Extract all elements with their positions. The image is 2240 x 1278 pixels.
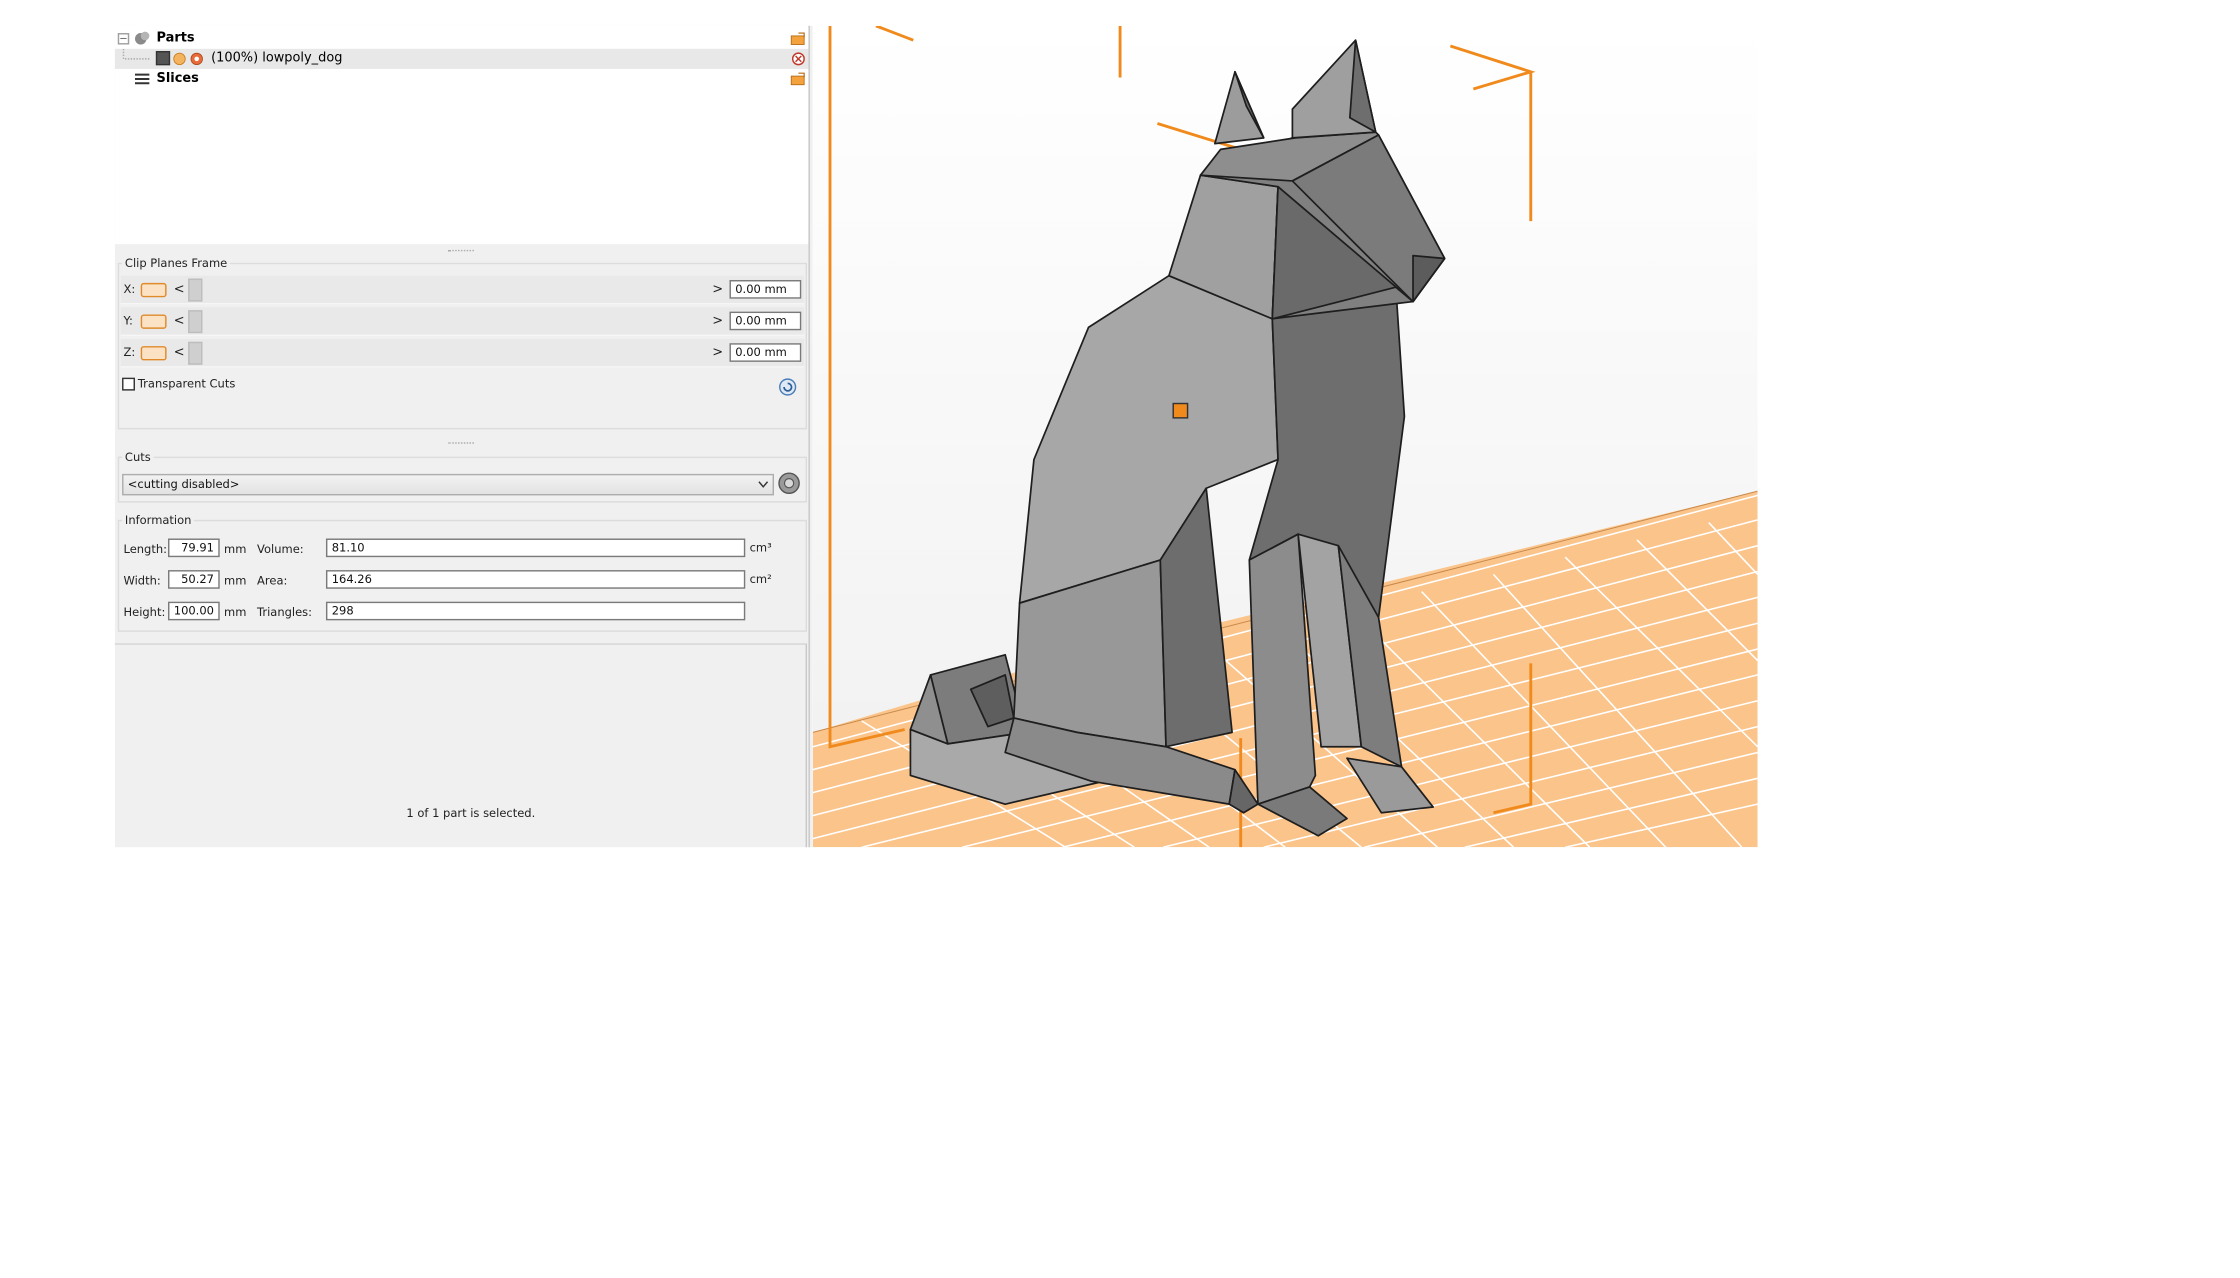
slices-add-icon[interactable]: [790, 72, 806, 86]
clip-z-right-arrow[interactable]: >: [712, 346, 723, 360]
area-field[interactable]: 164.26: [325, 570, 746, 589]
3d-viewport[interactable]: [812, 25, 1758, 848]
tree-row-part[interactable]: (100%) lowpoly_dog: [114, 48, 810, 69]
tree-row-slices[interactable]: Slices: [115, 69, 810, 89]
clip-x-left-arrow[interactable]: <: [174, 283, 185, 297]
area-unit: cm²: [749, 572, 772, 586]
parts-tree[interactable]: − Parts (100%) lowpoly_dog Slices: [114, 25, 810, 245]
splitter-grip-2[interactable]: [448, 442, 474, 446]
transparent-cuts-checkbox[interactable]: [122, 377, 135, 391]
volume-field[interactable]: 81.10: [325, 538, 746, 558]
clip-x-row: X: < > 0.00 mm: [120, 275, 805, 305]
slices-icon: [134, 73, 150, 85]
length-unit: mm: [224, 542, 247, 556]
clip-y-right-arrow[interactable]: >: [712, 314, 723, 328]
collapse-icon[interactable]: −: [117, 33, 130, 45]
parts-add-icon[interactable]: [790, 32, 806, 46]
clip-z-row: Z: < > 0.00 mm: [120, 338, 805, 368]
cuts-dropdown-value: <cutting disabled>: [127, 478, 240, 492]
clip-planes-title: Clip Planes Frame: [122, 257, 231, 270]
reset-clip-icon[interactable]: [778, 378, 797, 397]
length-label: Length:: [123, 542, 168, 556]
clip-x-slider-handle[interactable]: [188, 278, 203, 302]
length-field[interactable]: 79.91: [168, 538, 220, 558]
height-label: Height:: [123, 605, 166, 619]
volume-label: Volume:: [257, 542, 304, 556]
width-unit: mm: [224, 574, 247, 588]
clip-y-left-arrow[interactable]: <: [174, 314, 185, 328]
part-item-label: (100%) lowpoly_dog: [211, 51, 343, 67]
pivot-marker-icon[interactable]: [1172, 402, 1189, 419]
clip-z-slider-handle[interactable]: [188, 341, 203, 365]
clip-y-label: Y:: [123, 314, 133, 328]
cuts-title: Cuts: [122, 450, 154, 464]
information-title: Information: [122, 514, 195, 528]
width-label: Width:: [123, 574, 161, 588]
chevron-down-icon: [758, 481, 769, 488]
parts-label: Parts: [156, 31, 195, 46]
clip-x-right-arrow[interactable]: >: [712, 283, 723, 297]
tree-connector: [122, 48, 150, 60]
selection-status: 1 of 1 part is selected.: [406, 807, 536, 820]
height-unit: mm: [224, 605, 247, 619]
clip-z-toggle[interactable]: [140, 346, 167, 361]
app-window: − Parts (100%) lowpoly_dog Slices Clip P…: [0, 0, 2240, 1278]
height-field[interactable]: 100.00: [168, 601, 220, 621]
width-field[interactable]: 50.27: [168, 570, 220, 589]
clip-y-value-field[interactable]: 0.00 mm: [729, 311, 802, 331]
volume-unit: cm³: [749, 541, 772, 555]
clip-z-value-field[interactable]: 0.00 mm: [729, 343, 802, 362]
tree-row-parts[interactable]: − Parts: [115, 29, 810, 49]
clip-x-label: X:: [123, 282, 136, 296]
clip-z-label: Z:: [123, 346, 136, 359]
slices-label: Slices: [156, 71, 199, 87]
scene-svg[interactable]: [812, 25, 1758, 848]
cut-tool-icon[interactable]: [777, 471, 801, 495]
splitter-grip[interactable]: [448, 249, 474, 254]
clip-y-toggle[interactable]: [140, 314, 167, 329]
clip-y-row: Y: < > 0.00 mm: [120, 307, 805, 337]
parts-icon: [134, 31, 150, 45]
clip-y-slider-handle[interactable]: [188, 310, 203, 334]
area-label: Area:: [257, 574, 288, 588]
cuts-dropdown[interactable]: <cutting disabled>: [122, 473, 775, 496]
clip-z-left-arrow[interactable]: <: [174, 346, 185, 360]
clip-x-value-field[interactable]: 0.00 mm: [729, 280, 802, 299]
visibility-icon[interactable]: [172, 52, 186, 66]
clip-x-toggle[interactable]: [140, 282, 167, 298]
triangles-field[interactable]: 298: [325, 601, 746, 621]
triangles-label: Triangles:: [257, 605, 313, 619]
transparent-cuts-label: Transparent Cuts: [137, 377, 236, 391]
mesh-icon: [155, 50, 171, 66]
remove-part-icon[interactable]: [791, 52, 805, 66]
color-icon[interactable]: [190, 52, 204, 66]
